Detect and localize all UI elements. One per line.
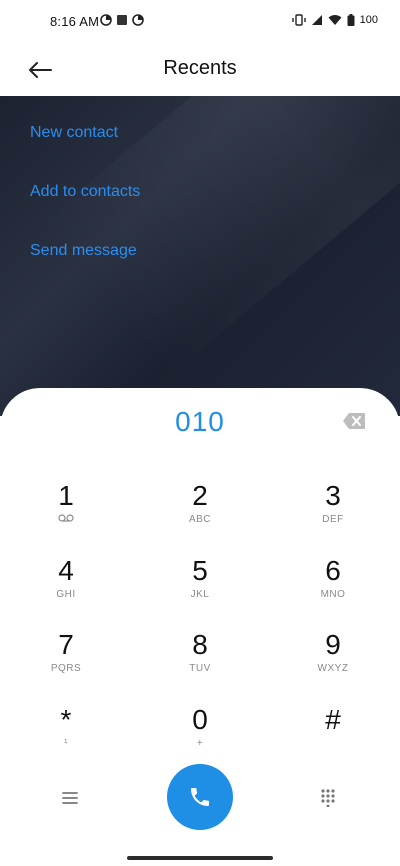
key-digit: 9 [325,629,341,660]
key-digit: 6 [325,555,341,586]
add-to-contacts-link[interactable]: Add to contacts [30,183,140,201]
battery-level: 100 [359,14,378,26]
key-2[interactable]: 2 ABC [150,480,250,546]
key-digit: 7 [58,629,74,660]
key-5[interactable]: 5 JKL [150,555,250,621]
key-digit: 8 [192,629,208,660]
new-contact-link[interactable]: New contact [30,124,118,142]
key-letters: ABC [188,514,212,525]
signal-icon [311,15,322,25]
key-6[interactable]: 6 MNO [283,555,383,621]
key-hash[interactable]: # [283,704,383,770]
key-0[interactable]: 0 + [150,704,250,770]
call-button[interactable] [167,764,233,830]
app-bar: Recents [0,44,400,96]
key-digit: 3 [325,480,341,511]
key-4[interactable]: 4 GHI [16,555,116,621]
status-time: 8:16 AM [50,14,100,29]
key-digit: 0 [192,704,208,735]
data-saver-icon [100,14,112,26]
key-digit: 1 [58,480,74,511]
home-indicator[interactable] [127,856,273,860]
dialpad-grid-icon [321,789,335,807]
dialpad-toggle-button[interactable] [314,784,342,812]
key-letters: DEF [322,514,344,525]
key-letters: GHI [56,589,76,600]
dialpad-sheet: 010 1 2 ABC 3 DEF 4 GHI 5 JKL 6 MNO 7 PQ… [0,388,400,866]
actions-panel: New contact Add to contacts Send message [0,96,400,416]
data-saver-icon [132,14,144,26]
key-1[interactable]: 1 [16,480,116,546]
status-right-icons: 100 [291,14,378,26]
key-letters: + [196,738,204,749]
voicemail-label [16,514,116,525]
status-left-icons [100,14,144,26]
key-letters: WXYZ [317,663,349,674]
key-8[interactable]: 8 TUV [150,629,250,695]
square-app-icon [117,15,127,25]
key-letters: MNO [320,589,346,600]
vibrate-icon [291,14,306,26]
status-bar: 8:16 AM 100 [0,0,400,44]
dialed-number[interactable]: 010 [0,406,400,438]
key-letters: PQRS [50,663,82,674]
key-digit: 2 [192,480,208,511]
send-message-link[interactable]: Send message [30,242,137,260]
key-9[interactable]: 9 WXYZ [283,629,383,695]
wifi-icon [328,15,342,25]
key-digit: * [60,704,72,735]
key-7[interactable]: 7 PQRS [16,629,116,695]
key-digit: # [325,704,341,735]
phone-icon [191,788,209,806]
key-star[interactable]: * ¹ [16,704,116,770]
menu-icon [62,792,78,804]
key-digit: 5 [192,555,208,586]
battery-icon [347,14,355,26]
page-title: Recents [163,57,237,79]
key-digit: 4 [58,555,74,586]
backspace-icon [343,413,365,429]
voicemail-icon [58,514,74,522]
key-letters: TUV [189,663,211,674]
key-letters: JKL [190,589,210,600]
backspace-button[interactable] [342,412,370,432]
menu-button[interactable] [56,784,84,812]
key-3[interactable]: 3 DEF [283,480,383,546]
key-letters: ¹ [64,738,68,749]
